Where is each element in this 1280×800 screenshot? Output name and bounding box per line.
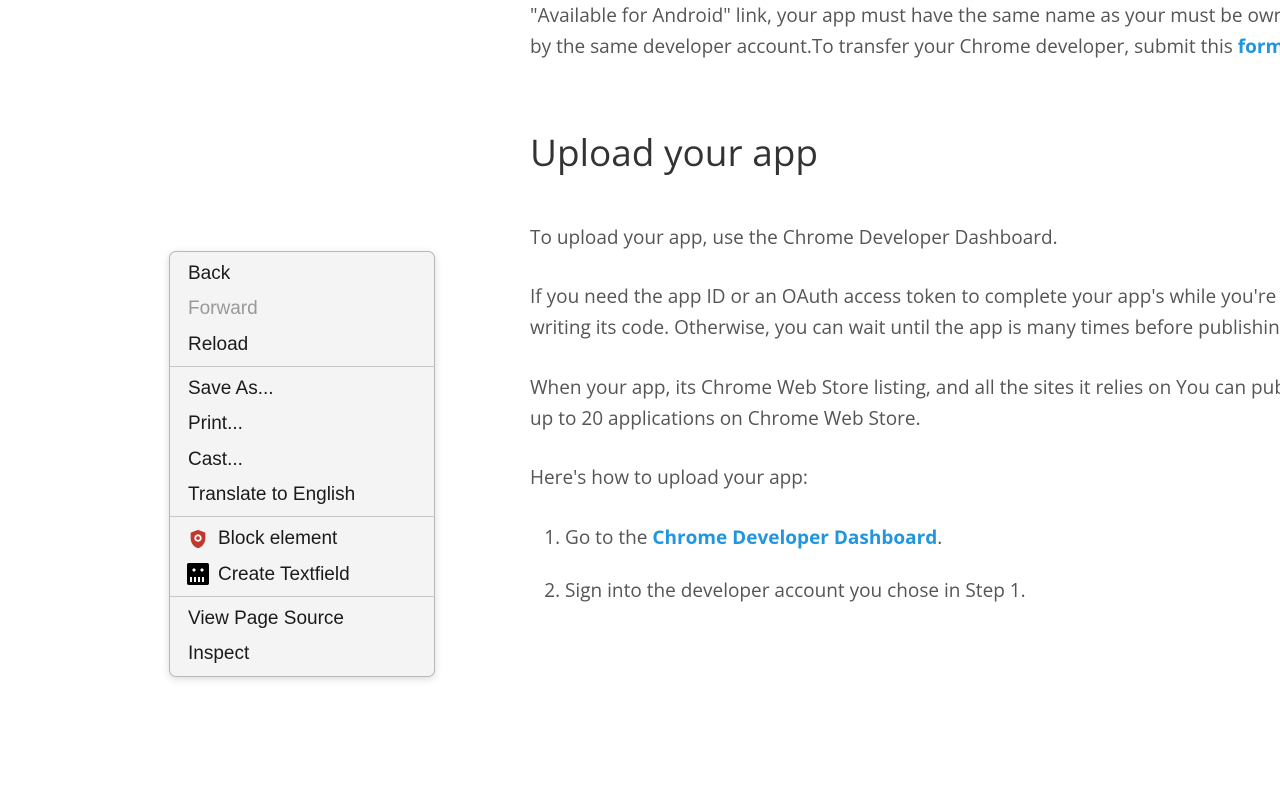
menu-forward: Forward [170, 291, 434, 326]
context-menu: Back Forward Reload Save As... Print... … [169, 251, 435, 677]
step1-prefix: Go to the [565, 524, 652, 550]
step-1: Go to the Chrome Developer Dashboard. [565, 522, 1280, 553]
form-link[interactable]: form [1238, 33, 1280, 59]
menu-create-textfield[interactable]: Create Textfield [170, 557, 434, 592]
intro-text: "Available for Android" link, your app m… [530, 2, 1280, 59]
menu-reload[interactable]: Reload [170, 327, 434, 362]
upload-steps: Go to the Chrome Developer Dashboard. Si… [530, 522, 1280, 607]
page-content: "Available for Android" link, your app m… [530, 0, 1280, 628]
menu-reload-label: Reload [188, 329, 248, 360]
step1-suffix: . [937, 524, 942, 550]
menu-view-source-label: View Page Source [188, 603, 344, 634]
menu-cast-label: Cast... [188, 444, 243, 475]
menu-print[interactable]: Print... [170, 406, 434, 441]
paragraph-3: When your app, its Chrome Web Store list… [530, 372, 1280, 435]
menu-translate-label: Translate to English [188, 479, 355, 510]
menu-back-label: Back [188, 258, 230, 289]
dashboard-link[interactable]: Chrome Developer Dashboard [652, 524, 937, 550]
paragraph-2: If you need the app ID or an OAuth acces… [530, 281, 1280, 344]
menu-block-element-label: Block element [218, 523, 337, 554]
menu-cast[interactable]: Cast... [170, 442, 434, 477]
menu-inspect-label: Inspect [188, 638, 249, 669]
menu-forward-label: Forward [188, 293, 258, 324]
menu-save-as[interactable]: Save As... [170, 371, 434, 406]
menu-view-source[interactable]: View Page Source [170, 601, 434, 636]
menu-inspect[interactable]: Inspect [170, 636, 434, 671]
space-invader-icon [185, 563, 211, 585]
upload-heading: Upload your app [530, 121, 1280, 182]
paragraph-1: To upload your app, use the Chrome Devel… [530, 222, 1280, 253]
menu-print-label: Print... [188, 408, 243, 439]
menu-block-element[interactable]: Block element [170, 521, 434, 556]
menu-create-textfield-label: Create Textfield [218, 559, 350, 590]
intro-paragraph: "Available for Android" link, your app m… [530, 0, 1280, 63]
ublock-icon [185, 528, 211, 550]
paragraph-4: Here's how to upload your app: [530, 462, 1280, 493]
menu-back[interactable]: Back [170, 256, 434, 291]
step-2: Sign into the developer account you chos… [565, 575, 1280, 606]
menu-save-as-label: Save As... [188, 373, 274, 404]
menu-translate[interactable]: Translate to English [170, 477, 434, 512]
